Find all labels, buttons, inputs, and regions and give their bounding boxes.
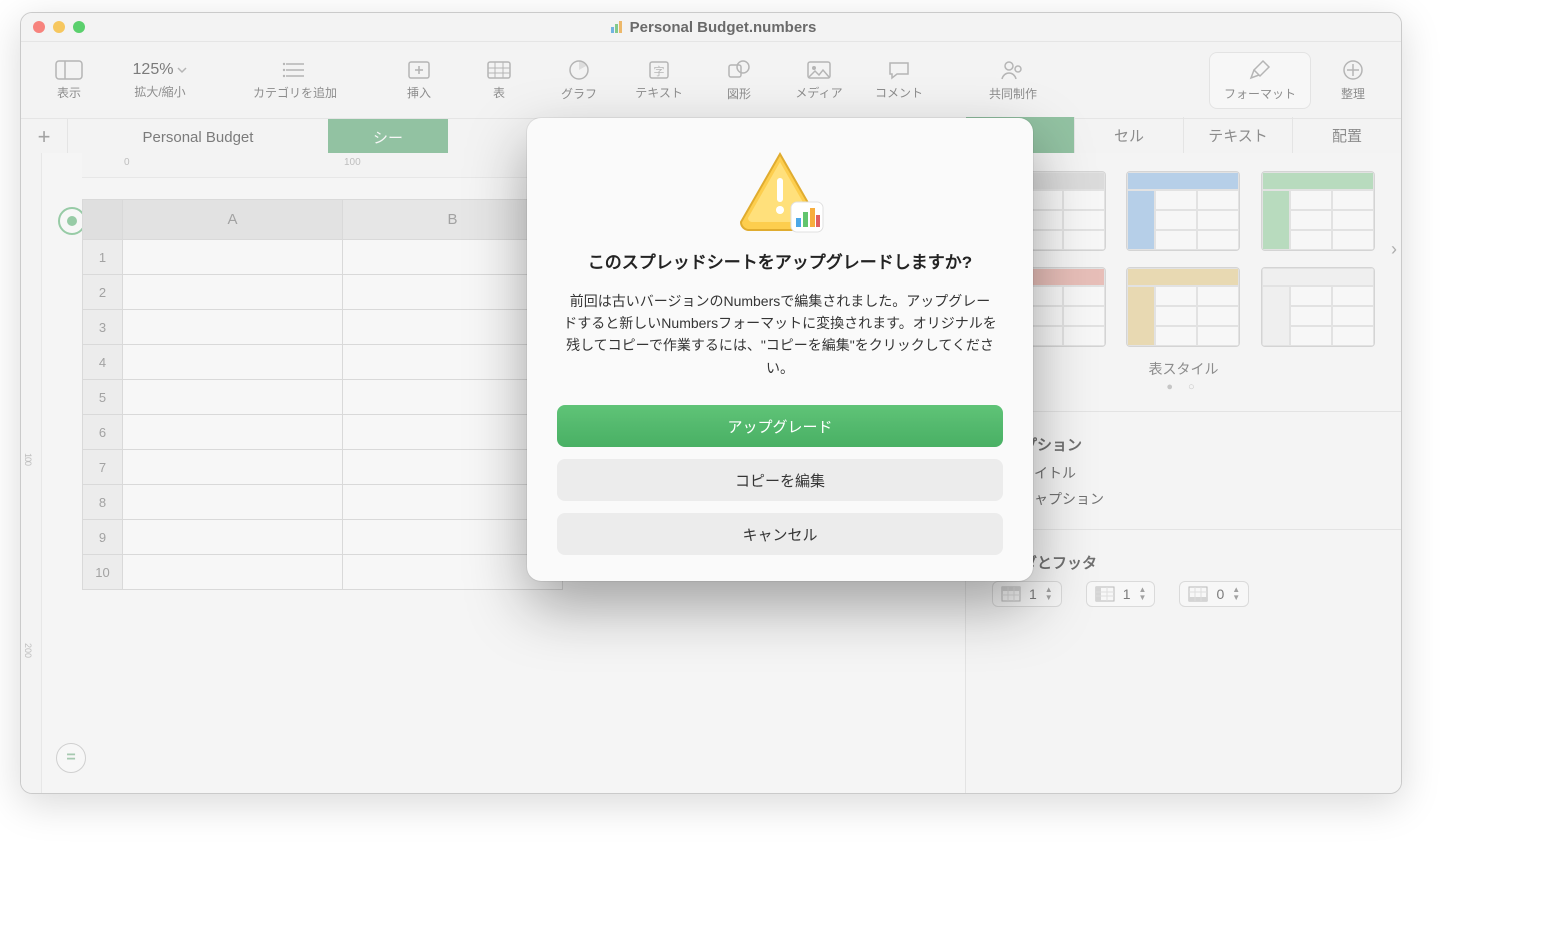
cancel-button[interactable]: キャンセル xyxy=(557,513,1003,555)
modal-backdrop: このスプレッドシートをアップグレードしますか? 前回は古いバージョンのNumbe… xyxy=(0,0,1560,936)
upgrade-dialog: このスプレッドシートをアップグレードしますか? 前回は古いバージョンのNumbe… xyxy=(527,118,1033,581)
dialog-title: このスプレッドシートをアップグレードしますか? xyxy=(565,250,995,276)
warning-icon xyxy=(557,148,1003,234)
upgrade-button[interactable]: アップグレード xyxy=(557,405,1003,447)
dialog-body: 前回は古いバージョンのNumbersで編集されました。アップグレードすると新しい… xyxy=(563,290,997,380)
edit-copy-button[interactable]: コピーを編集 xyxy=(557,459,1003,501)
